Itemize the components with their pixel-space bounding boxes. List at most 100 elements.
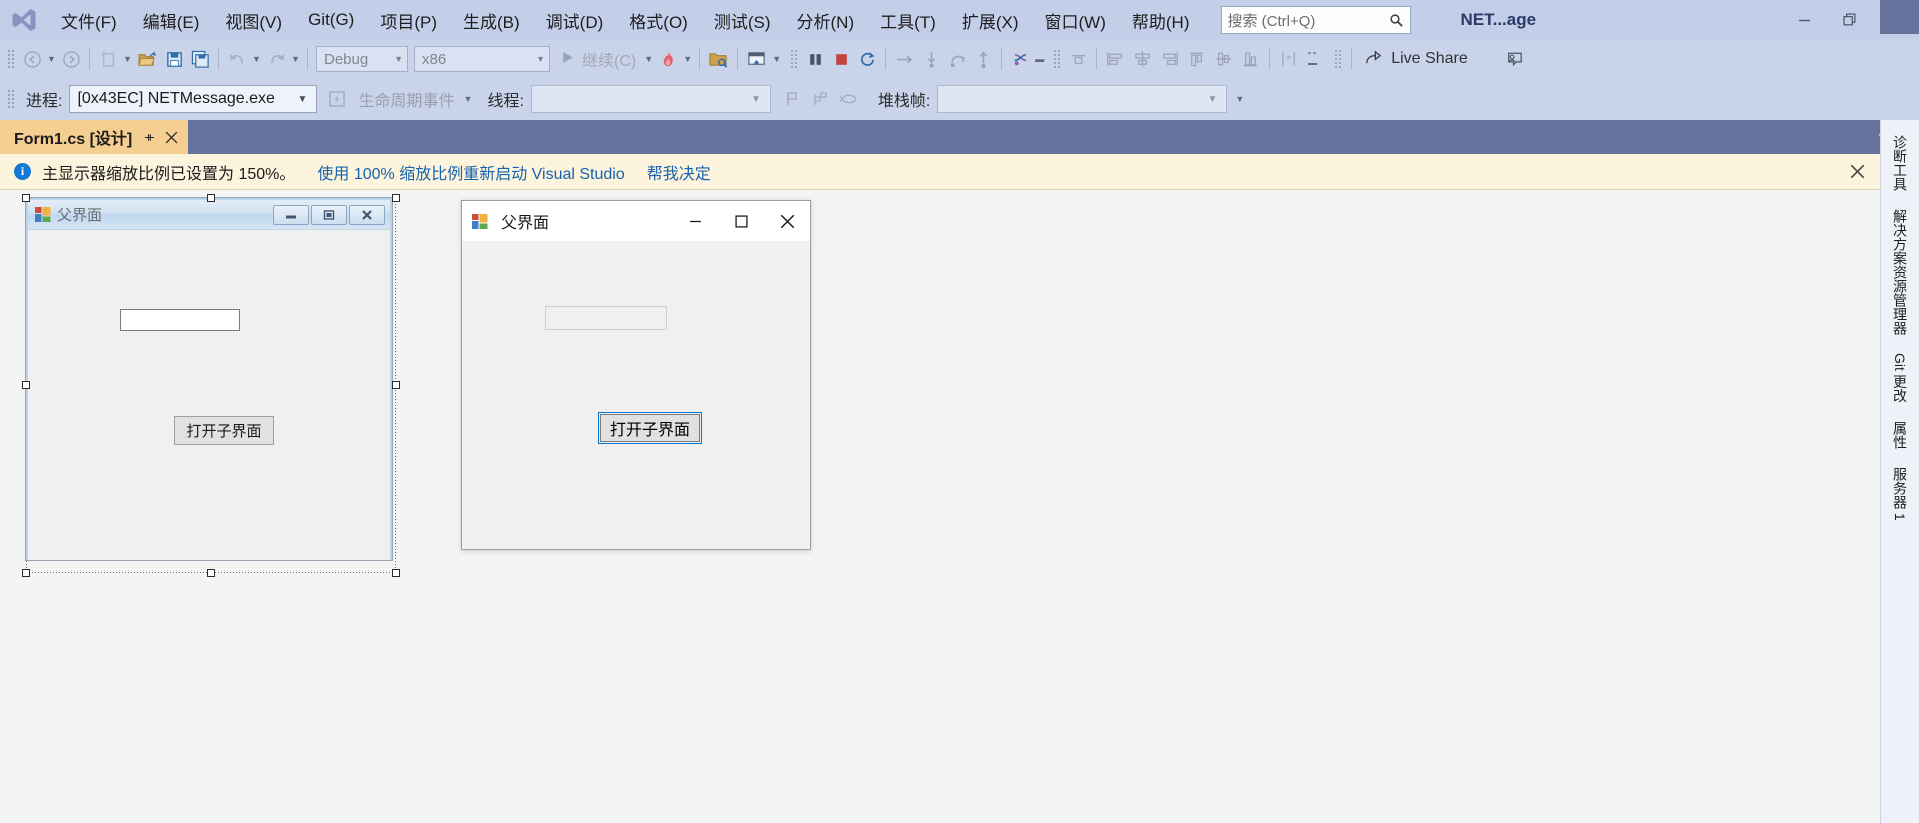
design-form-maximize-button[interactable] [311,204,347,225]
toolbar-grip[interactable] [1333,48,1344,70]
new-item-dropdown-icon[interactable]: ▼ [121,44,134,74]
window-layout-dropdown-icon[interactable]: ▼ [770,44,783,74]
restart-icon[interactable] [854,44,880,74]
visual-studio-logo-icon[interactable] [0,0,48,40]
window-layout-icon[interactable] [743,44,770,74]
selection-handle-bottom-center[interactable] [207,569,215,577]
search-input[interactable]: 搜索 (Ctrl+Q) [1220,6,1411,34]
align-right-icon[interactable] [1156,44,1183,74]
menu-item-test[interactable]: 测试(S) [701,0,784,40]
rail-item-diagnostic-tools[interactable]: 诊断工具 [1888,126,1912,200]
menu-item-help[interactable]: 帮助(H) [1119,0,1203,40]
runtime-window-titlebar[interactable]: 父界面 [462,201,810,241]
design-form-parent-interface[interactable]: 父界面 打开子界面 [26,198,392,560]
lifecycle-events-icon[interactable] [323,85,351,113]
close-icon[interactable] [165,131,178,144]
menu-item-git[interactable]: Git(G) [295,0,367,40]
design-textbox[interactable] [120,309,240,331]
lifecycle-events-dropdown-icon[interactable]: ▼ [461,84,474,114]
design-form-minimize-button[interactable] [273,204,309,225]
new-item-icon[interactable] [95,44,121,74]
runtime-close-button[interactable] [764,201,810,241]
runtime-window-parent-interface[interactable]: 父界面 打开子界面 [461,200,811,550]
selection-handle-bottom-right[interactable] [392,569,400,577]
threads-dropdown-icon[interactable]: ▬ [1033,44,1046,74]
align-center-icon[interactable] [1129,44,1156,74]
toolbar-grip[interactable] [6,48,16,70]
menu-item-file[interactable]: 文件(F) [48,0,130,40]
design-open-child-button[interactable]: 打开子界面 [174,416,274,445]
toolbar-overflow-icon[interactable]: ▼ [1233,84,1246,114]
menu-item-edit[interactable]: 编辑(E) [130,0,213,40]
navigate-backward-icon[interactable] [19,44,45,74]
live-share-button[interactable]: Live Share [1357,44,1474,74]
menu-item-build[interactable]: 生成(B) [450,0,533,40]
toolbar-grip[interactable] [789,48,800,70]
flag-icon[interactable] [779,85,807,113]
pin-icon[interactable] [142,131,155,144]
save-all-icon[interactable] [187,44,213,74]
rail-item-properties[interactable]: 属性 [1888,412,1912,458]
undo-icon[interactable] [224,44,250,74]
design-form-selection[interactable]: 父界面 打开子界面 [22,194,400,577]
design-form-body[interactable]: 打开子界面 [28,230,390,560]
menu-item-window[interactable]: 窗口(W) [1032,0,1119,40]
fish-icon[interactable] [835,85,863,113]
thread-combo[interactable]: ▼ [530,85,771,113]
hot-reload-dropdown-icon[interactable]: ▼ [681,44,694,74]
step-into-icon[interactable] [918,44,944,74]
selection-handle-top-center[interactable] [207,194,215,202]
rail-item-git-changes[interactable]: Git 更改 [1888,344,1912,412]
menu-item-tools[interactable]: 工具(T) [867,0,949,40]
selection-handle-middle-right[interactable] [392,381,400,389]
runtime-maximize-button[interactable] [718,201,764,241]
align-left-icon[interactable] [1102,44,1129,74]
flag-group-icon[interactable] [807,85,835,113]
stack-frame-combo[interactable]: ▼ [937,85,1228,113]
step-out-arc-icon[interactable] [944,44,970,74]
design-form-close-button[interactable] [349,204,385,225]
rail-item-solution-explorer[interactable]: 解决方案资源管理器 [1888,200,1912,344]
menu-item-extensions[interactable]: 扩展(X) [949,0,1032,40]
format-icon[interactable]: * [1275,44,1301,74]
align-bottom-icon[interactable] [1237,44,1264,74]
selection-handle-top-left[interactable] [22,194,30,202]
selection-handle-middle-left[interactable] [22,381,30,389]
rail-item-server-explorer[interactable]: 服务器 1 [1888,458,1912,530]
menu-item-project[interactable]: 项目(P) [367,0,450,40]
notification-close-icon[interactable] [1846,161,1868,183]
toolbar-grip[interactable] [1052,48,1063,70]
navigate-forward-icon[interactable] [58,44,84,74]
help-me-decide-link[interactable]: 帮我决定 [647,160,711,184]
menu-item-analyze[interactable]: 分析(N) [784,0,868,40]
stack-icon[interactable] [1065,44,1091,74]
continue-dropdown-icon[interactable]: ▼ [642,44,655,74]
threads-icon[interactable] [1007,44,1033,74]
runtime-textbox[interactable] [545,306,667,330]
redo-dropdown-icon[interactable]: ▼ [289,44,302,74]
selection-handle-bottom-left[interactable] [22,569,30,577]
navigate-backward-dropdown-icon[interactable]: ▼ [45,44,58,74]
menu-item-view[interactable]: 视图(V) [212,0,295,40]
designer-surface[interactable]: 父界面 打开子界面 父界面 打开子界面 [0,190,1880,823]
selection-handle-top-right[interactable] [392,194,400,202]
step-out-icon[interactable] [970,44,996,74]
process-combo[interactable]: [0x43EC] NETMessage.exe ▼ [69,85,318,113]
continue-button[interactable]: 继续(C) [553,44,642,74]
more-commands-icon[interactable] [1301,44,1327,74]
save-icon[interactable] [161,44,187,74]
align-top-icon[interactable] [1183,44,1210,74]
toolbar-grip[interactable] [6,88,16,110]
restore-button[interactable] [1827,0,1873,40]
open-folder-icon[interactable] [134,44,161,74]
undo-dropdown-icon[interactable]: ▼ [250,44,263,74]
stop-debugging-icon[interactable] [828,44,854,74]
step-over-icon[interactable] [891,44,918,74]
align-middle-icon[interactable] [1210,44,1237,74]
break-all-pause-icon[interactable] [802,44,828,74]
menu-item-debug[interactable]: 调试(D) [533,0,617,40]
restart-100-scaling-link[interactable]: 使用 100% 缩放比例重新启动 Visual Studio [317,160,624,184]
minimize-button[interactable] [1781,0,1827,40]
runtime-minimize-button[interactable] [672,201,718,241]
menu-item-format[interactable]: 格式(O) [616,0,701,40]
